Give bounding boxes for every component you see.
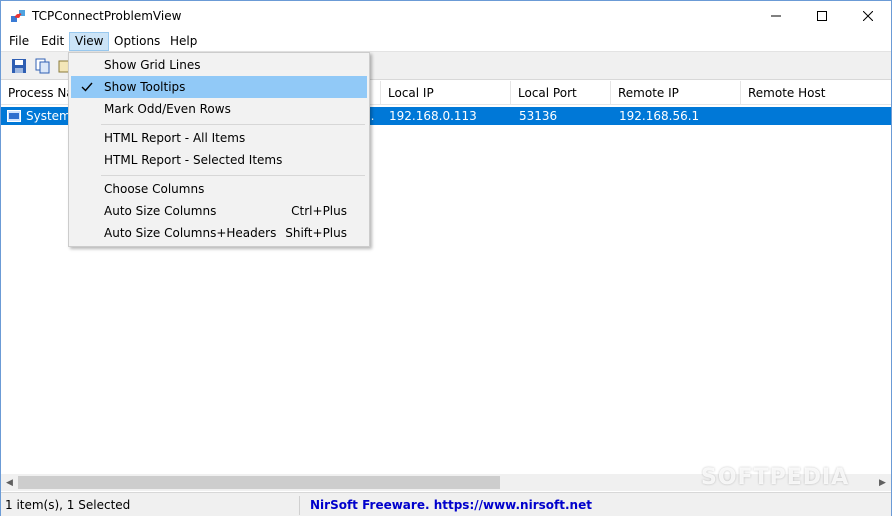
- column-header-remote-host[interactable]: Remote Host: [741, 81, 891, 105]
- menu-item-label: Auto Size Columns+Headers: [104, 226, 277, 240]
- status-bar: 1 item(s), 1 Selected NirSoft Freeware. …: [1, 492, 891, 516]
- menu-item-label: HTML Report - All Items: [104, 131, 246, 145]
- menu-item-label: Choose Columns: [104, 182, 205, 196]
- save-icon: [12, 59, 26, 73]
- menu-item-auto-size-columns-headers[interactable]: Auto Size Columns+Headers Shift+Plus: [71, 222, 367, 244]
- checkmark-icon: [77, 76, 97, 98]
- save-button[interactable]: [9, 57, 29, 75]
- menu-item-label: Mark Odd/Even Rows: [104, 102, 231, 116]
- scrollbar-thumb[interactable]: [18, 476, 500, 489]
- minimize-button[interactable]: [753, 1, 799, 31]
- close-button[interactable]: [845, 1, 891, 31]
- menu-item-choose-columns[interactable]: Choose Columns: [71, 178, 367, 200]
- softpedia-watermark: SOFTPEDIA: [701, 465, 850, 490]
- copy-button[interactable]: [33, 57, 53, 75]
- app-window: TCPConnectProblemView File Edit View Opt…: [0, 0, 892, 516]
- title-bar: TCPConnectProblemView: [1, 1, 891, 31]
- cell-remote-ip: 192.168.56.1: [619, 109, 700, 123]
- menu-separator: [101, 124, 365, 125]
- window-title: TCPConnectProblemView: [32, 9, 182, 23]
- cell-local-port: 53136: [519, 109, 558, 123]
- menu-item-shortcut: Ctrl+Plus: [291, 204, 347, 218]
- scroll-right-arrow-icon[interactable]: ▶: [874, 474, 891, 491]
- cell-local-ip: 192.168.0.113: [389, 109, 477, 123]
- status-item-count: 1 item(s), 1 Selected: [1, 496, 300, 515]
- minimize-icon: [771, 15, 781, 17]
- cell-process-name: System I: [26, 109, 71, 123]
- column-header-remote-ip[interactable]: Remote IP: [611, 81, 741, 105]
- menu-item-show-tooltips[interactable]: Show Tooltips: [71, 76, 367, 98]
- column-header-local-port[interactable]: Local Port: [511, 81, 611, 105]
- maximize-button[interactable]: [799, 1, 845, 31]
- menu-item-label: Show Tooltips: [104, 80, 186, 94]
- cell-remote-host: [742, 107, 890, 125]
- menu-item-html-report-selected[interactable]: HTML Report - Selected Items: [71, 149, 367, 171]
- menu-item-label: HTML Report - Selected Items: [104, 153, 283, 167]
- view-menu-dropdown: Show Grid Lines Show Tooltips Mark Odd/E…: [68, 52, 370, 247]
- scroll-left-arrow-icon[interactable]: ◀: [1, 474, 18, 491]
- menu-view[interactable]: View: [69, 32, 110, 51]
- menu-item-auto-size-columns[interactable]: Auto Size Columns Ctrl+Plus: [71, 200, 367, 222]
- menu-item-label: Show Grid Lines: [104, 58, 201, 72]
- column-header-local-ip[interactable]: Local IP: [381, 81, 511, 105]
- menu-help[interactable]: Help: [165, 32, 202, 51]
- menu-item-html-report-all[interactable]: HTML Report - All Items: [71, 127, 367, 149]
- menu-item-shortcut: Shift+Plus: [285, 226, 347, 240]
- menu-item-label: Auto Size Columns: [104, 204, 217, 218]
- menu-edit[interactable]: Edit: [36, 32, 69, 51]
- maximize-icon: [817, 11, 827, 21]
- menu-item-show-grid-lines[interactable]: Show Grid Lines: [71, 54, 367, 76]
- copy-icon: [35, 58, 50, 74]
- nirsoft-link[interactable]: NirSoft Freeware. https://www.nirsoft.ne…: [306, 496, 891, 515]
- menu-file[interactable]: File: [4, 32, 34, 51]
- menu-options[interactable]: Options: [109, 32, 165, 51]
- app-icon: [10, 8, 26, 24]
- menu-item-mark-odd-even-rows[interactable]: Mark Odd/Even Rows: [71, 98, 367, 120]
- menu-bar: File Edit View Options Help: [1, 31, 891, 51]
- menu-separator: [101, 175, 365, 176]
- close-icon: [863, 11, 873, 21]
